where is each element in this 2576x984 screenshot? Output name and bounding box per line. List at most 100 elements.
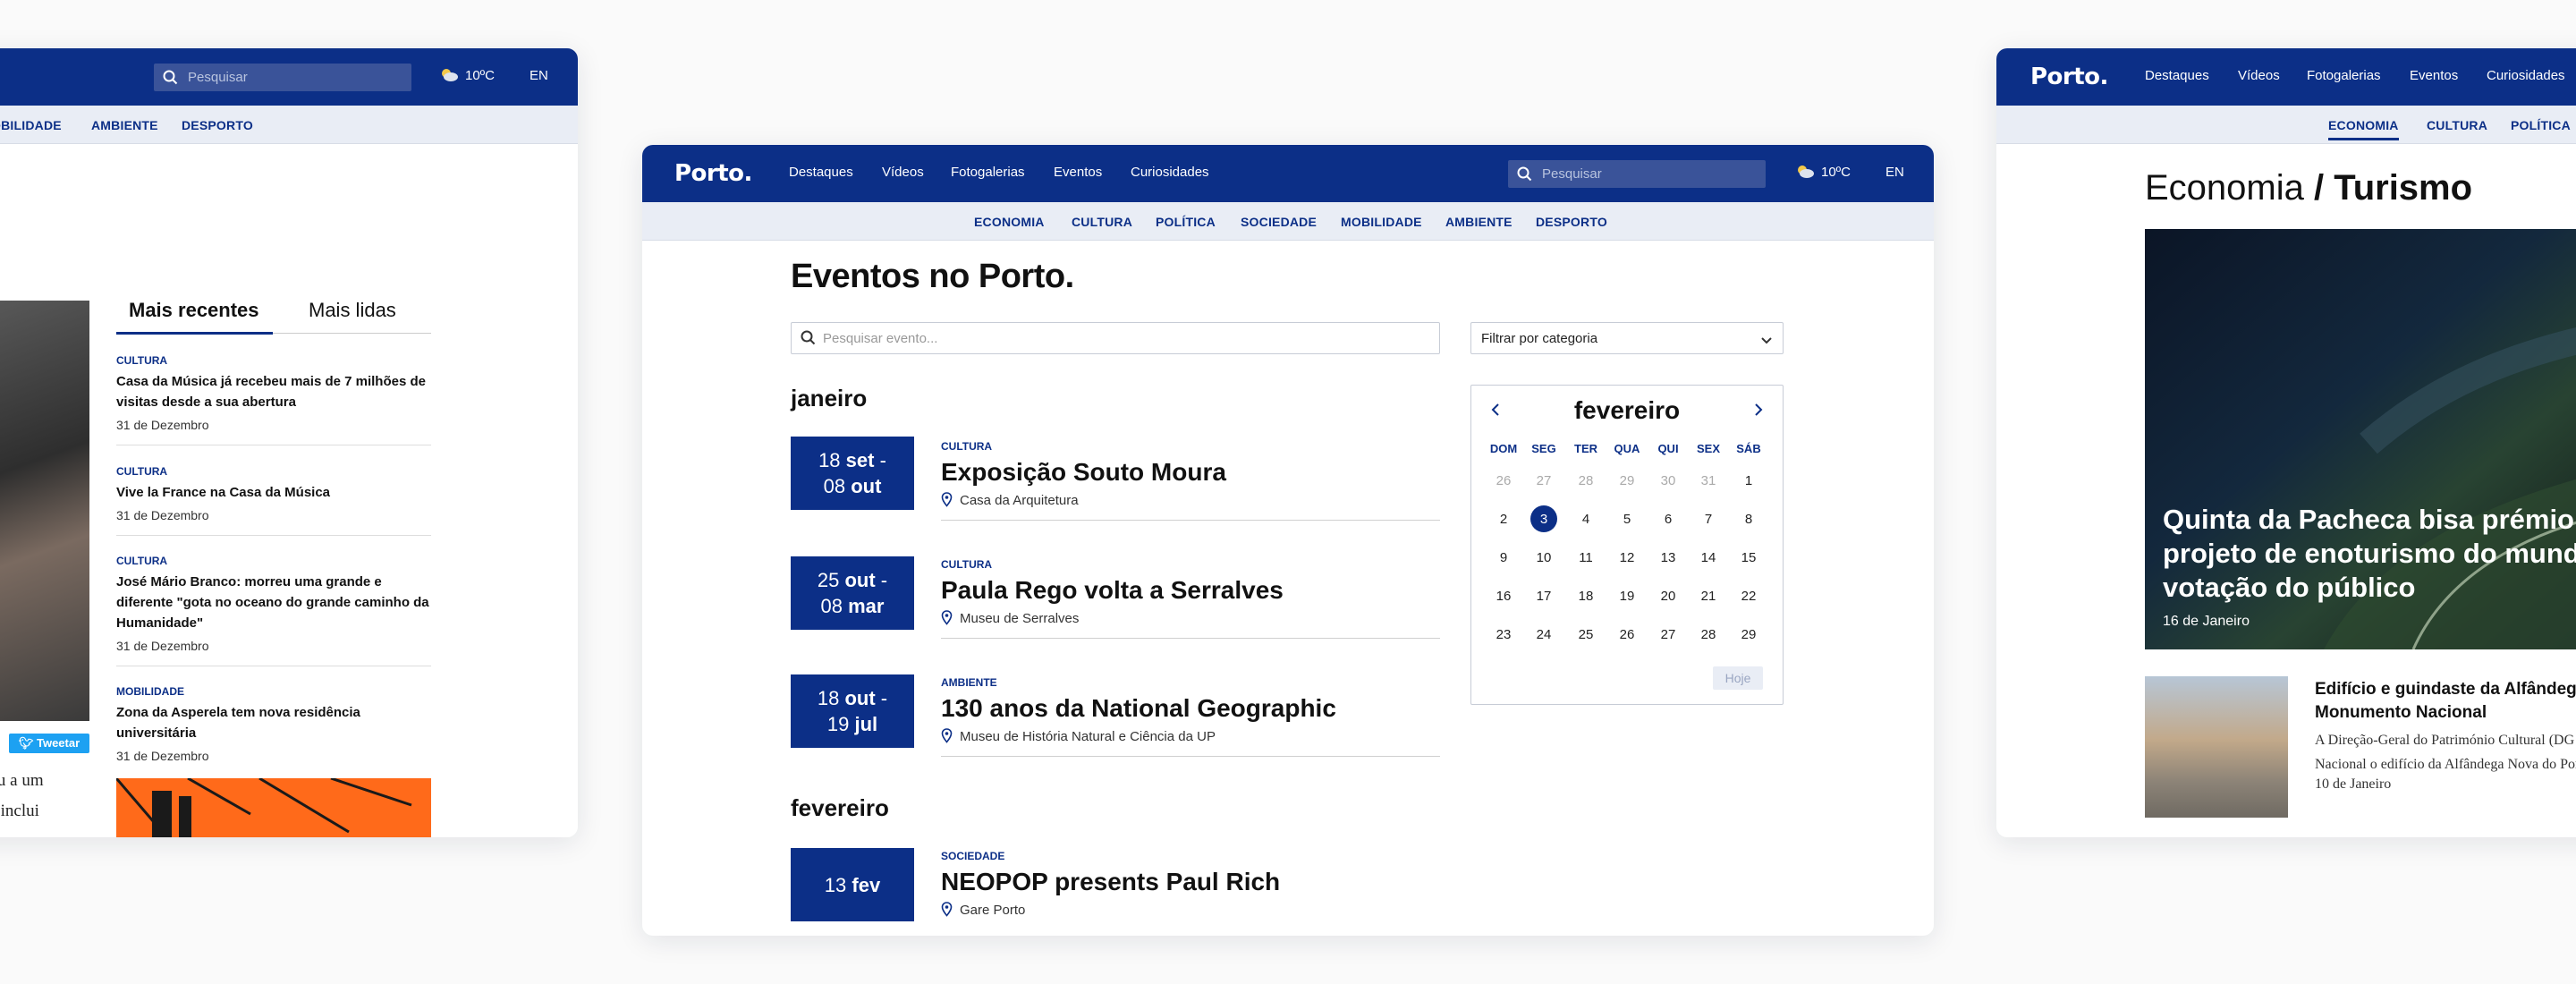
event-item[interactable]: CULTURA Exposição Souto Moura Casa da Ar… <box>941 440 1440 521</box>
event-location: Gare Porto <box>941 902 1440 920</box>
tab-mais-lidas[interactable]: Mais lidas <box>309 299 396 322</box>
calendar-day[interactable]: 28 <box>1689 627 1728 642</box>
nav-videos[interactable]: Vídeos <box>2238 68 2280 83</box>
nav-eventos[interactable]: Eventos <box>1054 165 1102 180</box>
calendar-day[interactable]: 31 <box>1689 473 1728 488</box>
event-title[interactable]: NEOPOP presents Paul Rich <box>941 868 1440 896</box>
news-item[interactable]: CULTURA Vive la France na Casa da Música… <box>116 465 431 536</box>
article-excerpt: A Direção-Geral do Património Cultural (… <box>2315 733 2576 772</box>
calendar-day[interactable]: 6 <box>1648 512 1688 527</box>
chevron-right-icon[interactable] <box>1754 403 1763 420</box>
subnav-cultura[interactable]: CULTURA <box>2427 118 2487 132</box>
calendar-day[interactable]: 15 <box>1729 550 1768 565</box>
calendar-day[interactable]: 20 <box>1648 589 1688 604</box>
calendar-day[interactable]: 18 <box>1566 589 1606 604</box>
subnav-ambiente[interactable]: AMBIENTE <box>1445 215 1513 229</box>
event-location: Museu de Serralves <box>941 610 1440 629</box>
calendar-day[interactable]: 23 <box>1484 627 1523 642</box>
article-thumbnail[interactable] <box>2145 676 2288 818</box>
subnav-mobilidade[interactable]: MOBILIDADE <box>1341 215 1422 229</box>
calendar-day[interactable]: 24 <box>1524 627 1563 642</box>
event-item[interactable]: CULTURA Paula Rego volta a Serralves Mus… <box>941 558 1440 639</box>
nav-curiosidades[interactable]: Curiosidades <box>1131 165 1209 180</box>
article-text-line: ondeu a um <box>0 771 44 790</box>
calendar-day[interactable]: 11 <box>1566 550 1606 565</box>
article-title[interactable]: Edifício e guindaste da Alfândega Monume… <box>2315 678 2576 725</box>
calendar-day[interactable]: 25 <box>1566 627 1606 642</box>
hero-title[interactable]: Quinta da Pacheca bisa prémio projeto de… <box>2163 503 2576 605</box>
event-title[interactable]: 130 anos da National Geographic <box>941 694 1440 723</box>
subnav-cultura[interactable]: CULTURA <box>1072 215 1132 229</box>
calendar-day[interactable]: 14 <box>1689 550 1728 565</box>
calendar-day[interactable]: 29 <box>1607 473 1647 488</box>
nav-curiosidades[interactable]: Curiosidades <box>2487 68 2565 83</box>
calendar-day[interactable]: 22 <box>1729 589 1768 604</box>
calendar-day[interactable]: 27 <box>1524 473 1563 488</box>
porto-logo[interactable]: Porto. <box>2030 64 2108 90</box>
calendar-day[interactable]: 26 <box>1607 627 1647 642</box>
calendar-day[interactable]: 30 <box>1648 473 1688 488</box>
subnav-politica[interactable]: POLÍTICA <box>1156 215 1216 229</box>
nav-videos[interactable]: Vídeos <box>882 165 924 180</box>
calendar-day[interactable]: 3 <box>1524 512 1563 527</box>
event-title[interactable]: Exposição Souto Moura <box>941 458 1440 487</box>
news-title[interactable]: Zona da Asperela tem nova residência uni… <box>116 702 431 743</box>
calendar-day[interactable]: 21 <box>1689 589 1728 604</box>
calendar-day[interactable]: 9 <box>1484 550 1523 565</box>
subnav-mobilidade[interactable]: OBILIDADE <box>0 118 62 132</box>
news-title[interactable]: Casa da Música já recebeu mais de 7 milh… <box>116 371 431 412</box>
chevron-down-icon <box>1761 333 1772 349</box>
calendar-day[interactable]: 2 <box>1484 512 1523 527</box>
calendar-day[interactable]: 7 <box>1689 512 1728 527</box>
calendar-day[interactable]: 26 <box>1484 473 1523 488</box>
search-bar[interactable]: Pesquisar <box>154 64 411 91</box>
event-location: Museu de História Natural e Ciência da U… <box>941 728 1440 747</box>
calendar-day[interactable]: 10 <box>1524 550 1563 565</box>
calendar-day[interactable]: 27 <box>1648 627 1688 642</box>
event-item[interactable]: SOCIEDADE NEOPOP presents Paul Rich Gare… <box>941 850 1440 920</box>
event-search-input[interactable]: Pesquisar evento... <box>791 322 1440 354</box>
nav-fotogalerias[interactable]: Fotogalerias <box>951 165 1025 180</box>
subnav-politica[interactable]: POLÍTICA <box>2511 118 2571 132</box>
category-filter-select[interactable]: Filtrar por categoria <box>1470 322 1784 354</box>
news-item[interactable]: CULTURA José Mário Branco: morreu uma gr… <box>116 555 431 666</box>
calendar-day[interactable]: 29 <box>1729 627 1768 642</box>
news-title[interactable]: José Mário Branco: morreu uma grande e d… <box>116 572 431 633</box>
nav-destaques[interactable]: Destaques <box>2145 68 2209 83</box>
calendar-day[interactable]: 19 <box>1607 589 1647 604</box>
subnav-desporto[interactable]: DESPORTO <box>182 118 253 132</box>
calendar-day[interactable]: 1 <box>1729 473 1768 488</box>
porto-logo[interactable]: Porto. <box>674 160 752 187</box>
event-date-box: 18 out - 19 jul <box>791 674 914 748</box>
subnav-ambiente[interactable]: AMBIENTE <box>91 118 158 132</box>
calendar-day[interactable]: 16 <box>1484 589 1523 604</box>
calendar-day[interactable]: 4 <box>1566 512 1606 527</box>
calendar-day[interactable]: 12 <box>1607 550 1647 565</box>
today-button[interactable]: Hoje <box>1713 666 1763 690</box>
subnav-economia[interactable]: ECONOMIA <box>2328 118 2399 140</box>
subnav-sociedade[interactable]: SOCIEDADE <box>1241 215 1317 229</box>
news-item[interactable]: CULTURA Casa da Música já recebeu mais d… <box>116 354 431 445</box>
news-item[interactable]: MOBILIDADE Zona da Asperela tem nova res… <box>116 685 431 763</box>
subnav-economia[interactable]: ECONOMIA <box>974 215 1045 229</box>
language-switch[interactable]: EN <box>530 68 548 83</box>
calendar-day[interactable]: 17 <box>1524 589 1563 604</box>
subnav-desporto[interactable]: DESPORTO <box>1536 215 1607 229</box>
nav-fotogalerias[interactable]: Fotogalerias <box>2307 68 2381 83</box>
nav-destaques[interactable]: Destaques <box>789 165 853 180</box>
search-bar[interactable]: Pesquisar <box>1508 160 1766 188</box>
news-date: 31 de Dezembro <box>116 418 209 432</box>
tweet-button[interactable]: 🐦︎ Tweetar <box>9 734 89 753</box>
promo-banner[interactable] <box>116 778 431 837</box>
event-item[interactable]: AMBIENTE 130 anos da National Geographic… <box>941 676 1440 757</box>
nav-eventos[interactable]: Eventos <box>2410 68 2458 83</box>
news-title[interactable]: Vive la France na Casa da Música <box>116 482 431 503</box>
calendar-day[interactable]: 5 <box>1607 512 1647 527</box>
calendar-day[interactable]: 13 <box>1648 550 1688 565</box>
calendar-day[interactable]: 8 <box>1729 512 1768 527</box>
language-switch[interactable]: EN <box>1885 165 1904 180</box>
event-title[interactable]: Paula Rego volta a Serralves <box>941 576 1440 605</box>
calendar-day[interactable]: 28 <box>1566 473 1606 488</box>
tab-mais-recentes[interactable]: Mais recentes <box>129 299 259 322</box>
news-date: 31 de Dezembro <box>116 508 209 522</box>
